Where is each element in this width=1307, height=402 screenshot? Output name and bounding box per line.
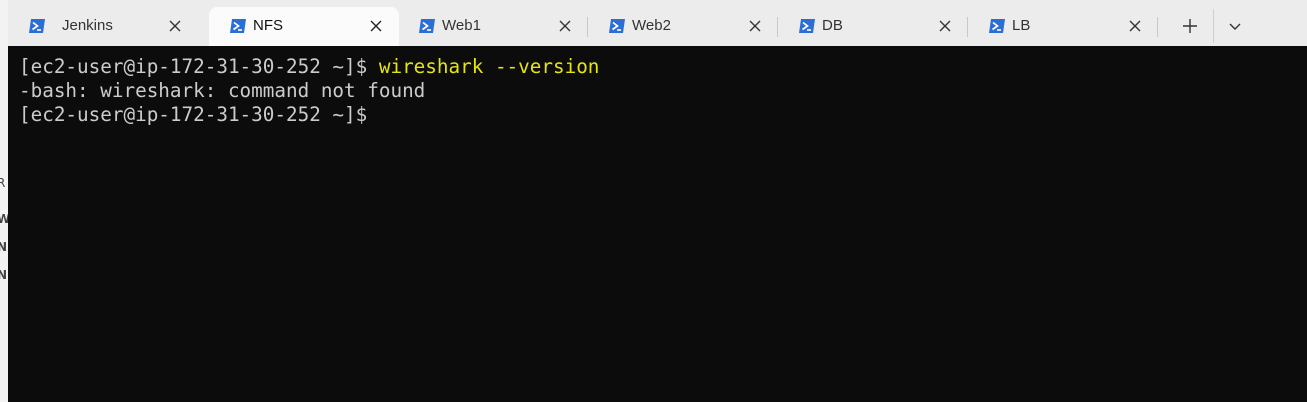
tab-label: Jenkins <box>62 17 113 34</box>
terminal-line: [ec2-user@ip-172-31-30-252 ~]$ <box>19 103 1307 127</box>
close-icon[interactable] <box>558 19 572 33</box>
close-icon[interactable] <box>168 19 182 33</box>
powershell-icon <box>29 19 45 33</box>
close-icon[interactable] <box>938 19 952 33</box>
plus-icon[interactable] <box>1178 16 1202 36</box>
chevron-down-icon[interactable] <box>1223 16 1247 36</box>
background-text-fragment: R <box>0 176 5 190</box>
close-icon[interactable] <box>1128 19 1142 33</box>
tab-label: NFS <box>253 17 283 34</box>
tab-separator <box>1157 17 1158 37</box>
tab-bar: Jenkins NFS Web1 Web2 DB LB <box>8 0 1307 46</box>
tab-label: DB <box>822 17 843 34</box>
powershell-icon <box>419 19 435 33</box>
powershell-icon <box>799 19 815 33</box>
close-icon[interactable] <box>748 19 762 33</box>
tab-lb[interactable]: LB <box>968 7 1158 46</box>
command-output: -bash: wireshark: command not found <box>19 79 426 102</box>
tab-jenkins[interactable]: Jenkins <box>8 7 198 46</box>
tab-label: Web1 <box>442 17 481 34</box>
tab-web2[interactable]: Web2 <box>588 7 778 46</box>
tab-nfs[interactable]: NFS <box>209 7 399 46</box>
terminal-window: Jenkins NFS Web1 Web2 DB LB [ec2-user@ip… <box>8 0 1307 402</box>
close-icon[interactable] <box>369 19 383 33</box>
tab-label: Web2 <box>632 17 671 34</box>
tab-web1[interactable]: Web1 <box>398 7 588 46</box>
powershell-icon <box>230 19 246 33</box>
background-text-fragment: N <box>0 268 7 282</box>
shell-prompt: [ec2-user@ip-172-31-30-252 ~]$ <box>19 103 368 126</box>
toolbar-separator <box>1213 9 1214 43</box>
shell-command: wireshark --version <box>378 55 600 78</box>
background-text-fragment: N <box>0 240 7 254</box>
tab-label: LB <box>1012 17 1031 34</box>
terminal-line: -bash: wireshark: command not found <box>19 79 1307 103</box>
powershell-icon <box>609 19 625 33</box>
powershell-icon <box>989 19 1005 33</box>
shell-prompt: [ec2-user@ip-172-31-30-252 ~]$ <box>19 55 379 78</box>
tab-db[interactable]: DB <box>778 7 968 46</box>
terminal-output[interactable]: [ec2-user@ip-172-31-30-252 ~]$ wireshark… <box>8 46 1307 402</box>
terminal-line: [ec2-user@ip-172-31-30-252 ~]$ wireshark… <box>19 55 1307 79</box>
